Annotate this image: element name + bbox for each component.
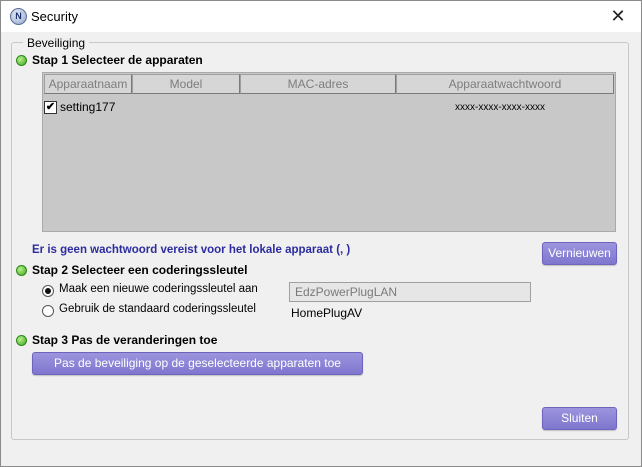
apply-security-button[interactable]: Pas de beveiliging op de geselecteerde a… <box>32 352 363 375</box>
default-key-radio[interactable] <box>42 305 54 317</box>
step2-label: Stap 2 Selecteer een coderingssleutel <box>32 263 248 277</box>
device-name-cell: setting177 <box>60 100 116 114</box>
device-password-cell[interactable]: xxxx-xxxx-xxxx-xxxx <box>455 102 545 113</box>
step1-label: Stap 1 Selecteer de apparaten <box>32 53 203 67</box>
app-logo-icon: N <box>10 8 27 25</box>
title-bar: N Security ✕ <box>1 1 641 32</box>
security-window: N Security ✕ Beveiliging Stap 1 Selectee… <box>0 0 642 467</box>
window-title: Security <box>31 9 78 24</box>
device-table[interactable]: Apparaatnaam Model MAC-adres Apparaatwac… <box>42 72 616 232</box>
step3-status-icon <box>16 335 27 346</box>
local-device-info: Er is geen wachtwoord vereist voor het l… <box>32 244 351 256</box>
close-button[interactable]: Sluiten <box>542 407 617 430</box>
column-header-password[interactable]: Apparaatwachtwoord <box>396 74 614 94</box>
new-key-input[interactable]: EdzPowerPlugLAN <box>289 282 531 302</box>
column-header-device-name[interactable]: Apparaatnaam <box>44 74 132 94</box>
dialog-content: Beveiliging Stap 1 Selecteer de apparate… <box>1 32 641 466</box>
column-header-mac[interactable]: MAC-adres <box>240 74 396 94</box>
table-row[interactable]: ✔ setting177 xxxx-xxxx-xxxx-xxxx <box>44 99 614 117</box>
new-key-label: Maak een nieuwe coderingssleutel aan <box>59 283 258 295</box>
close-window-button[interactable]: ✕ <box>595 1 641 32</box>
default-key-value: HomePlugAV <box>291 306 363 320</box>
groupbox-legend: Beveiliging <box>23 36 90 50</box>
device-table-header: Apparaatnaam Model MAC-adres Apparaatwac… <box>44 74 614 94</box>
device-checkbox[interactable]: ✔ <box>44 101 57 114</box>
default-key-label: Gebruik de standaard coderingssleutel <box>59 303 256 315</box>
new-key-radio[interactable] <box>42 285 54 297</box>
step3-label: Stap 3 Pas de veranderingen toe <box>32 333 218 347</box>
refresh-button[interactable]: Vernieuwen <box>542 242 617 265</box>
step1-status-icon <box>16 55 27 66</box>
step2-status-icon <box>16 265 27 276</box>
column-header-model[interactable]: Model <box>132 74 240 94</box>
